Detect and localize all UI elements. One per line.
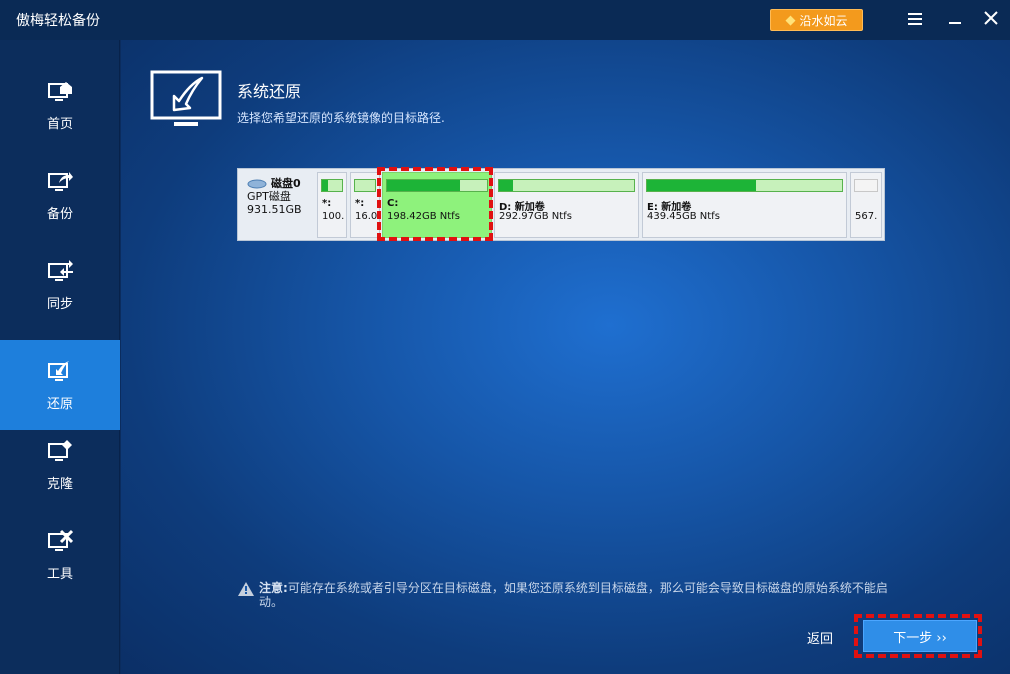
disk-map: 磁盘0 GPT磁盘 931.51GB *: 100. *: 16.0 C: 19… — [237, 168, 885, 241]
usage-fill — [499, 180, 513, 191]
usage-bar — [854, 179, 878, 192]
usage-bar — [386, 179, 488, 192]
partition-e[interactable]: E: 新加卷 439.45GB Ntfs — [642, 172, 847, 238]
partition-size: 16.0 — [355, 211, 378, 222]
usage-fill — [647, 180, 757, 191]
title-bar: 傲梅轻松备份 ◆ 沿水如云 — [0, 0, 1010, 40]
disk-info[interactable]: 磁盘0 GPT磁盘 931.51GB — [238, 169, 317, 240]
disk-type: GPT磁盘 — [247, 190, 291, 203]
usage-bar — [321, 179, 343, 192]
sidebar-item-label: 工具 — [46, 566, 73, 582]
sidebar-item-label: 首页 — [46, 116, 73, 132]
sidebar-item-backup[interactable]: 备份 — [0, 150, 120, 240]
warning-note: 注意:可能存在系统或者引导分区在目标磁盘，如果您还原系统到目标磁盘，那么可能会导… — [238, 581, 908, 609]
page-title: 系统还原 — [237, 82, 302, 101]
partition-2[interactable]: *: 16.0 — [350, 172, 380, 238]
partition-size: 439.45GB Ntfs — [647, 211, 720, 222]
disk-name: 磁盘0 — [271, 177, 301, 190]
hard-disk-icon — [247, 179, 267, 188]
usage-fill — [322, 180, 328, 191]
partition-size: 100. — [322, 211, 345, 222]
main-panel: 系统还原 选择您希望还原的系统镜像的目标路径. 磁盘0 GPT磁盘 931.51… — [121, 40, 1010, 674]
clone-monitor-icon — [48, 439, 72, 461]
usage-bar — [646, 179, 843, 192]
restore-monitor-icon — [150, 70, 222, 126]
backup-monitor-icon — [48, 171, 73, 191]
partition-6[interactable]: 567. — [850, 172, 882, 238]
partition-1[interactable]: *: 100. — [317, 172, 347, 238]
usage-bar — [498, 179, 635, 192]
home-monitor-icon — [48, 81, 72, 101]
back-button[interactable]: 返回 — [807, 628, 833, 647]
partition-name: *: — [355, 198, 365, 209]
partition-size: 567. — [855, 211, 878, 222]
sidebar-item-clone[interactable]: 克隆 — [0, 420, 120, 510]
disk-size: 931.51GB — [247, 203, 302, 216]
warning-icon — [238, 582, 254, 596]
upgrade-button[interactable]: ◆ 沿水如云 — [770, 9, 863, 31]
partition-size: 198.42GB Ntfs — [387, 211, 460, 222]
diamond-icon: ◆ — [785, 12, 796, 28]
warning-label: 注意: — [259, 581, 288, 595]
partition-name: C: — [387, 198, 399, 209]
minimize-icon[interactable] — [945, 10, 965, 30]
sidebar-item-label: 克隆 — [46, 476, 73, 492]
sidebar-item-label: 还原 — [46, 396, 73, 412]
restore-monitor-icon — [48, 360, 69, 381]
page-subtitle: 选择您希望还原的系统镜像的目标路径. — [237, 111, 445, 125]
tools-monitor-icon — [48, 529, 73, 551]
sidebar: 首页 备份 同步 还原 克隆 工具 — [0, 40, 120, 674]
usage-bar — [354, 179, 376, 192]
partition-name: *: — [322, 198, 332, 209]
sidebar-item-label: 备份 — [46, 206, 73, 222]
menu-icon[interactable] — [905, 10, 925, 30]
partition-d[interactable]: D: 新加卷 292.97GB Ntfs — [494, 172, 639, 238]
partition-c[interactable]: C: 198.42GB Ntfs — [382, 172, 492, 238]
upgrade-label: 沿水如云 — [799, 13, 848, 28]
next-button[interactable]: 下一步 ›› — [863, 620, 977, 652]
sync-monitor-icon — [48, 259, 73, 281]
close-icon[interactable] — [981, 10, 1001, 30]
sidebar-item-label: 同步 — [46, 296, 73, 312]
sidebar-item-home[interactable]: 首页 — [0, 60, 120, 150]
warning-text: 可能存在系统或者引导分区在目标磁盘，如果您还原系统到目标磁盘，那么可能会导致目标… — [259, 581, 888, 609]
sidebar-item-tools[interactable]: 工具 — [0, 510, 120, 600]
usage-fill — [387, 180, 460, 191]
sidebar-item-restore[interactable]: 还原 — [0, 340, 120, 430]
partition-size: 292.97GB Ntfs — [499, 211, 572, 222]
sidebar-item-sync[interactable]: 同步 — [0, 240, 120, 330]
app-title: 傲梅轻松备份 — [16, 13, 100, 29]
